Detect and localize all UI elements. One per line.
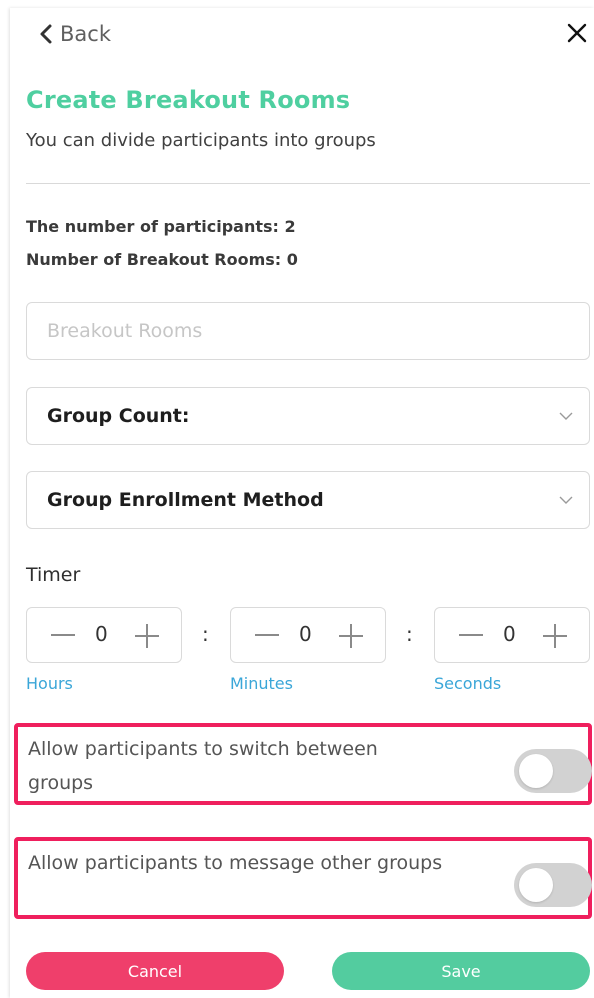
room-count: Number of Breakout Rooms: 0 xyxy=(26,250,298,269)
save-button[interactable]: Save xyxy=(332,952,590,990)
enrollment-method-label: Group Enrollment Method xyxy=(47,489,324,511)
hours-label: Hours xyxy=(26,674,73,693)
minutes-minus-button[interactable] xyxy=(255,634,279,636)
hours-value[interactable]: 0 xyxy=(95,622,108,646)
message-groups-label: Allow participants to message other grou… xyxy=(28,852,443,874)
close-icon[interactable] xyxy=(566,22,588,44)
group-count-select[interactable]: Group Count: xyxy=(26,387,590,445)
back-button[interactable]: Back xyxy=(38,22,111,46)
seconds-stepper: 0 xyxy=(434,607,590,663)
hours-stepper: 0 xyxy=(26,607,182,663)
hours-plus-button[interactable] xyxy=(135,624,159,648)
back-label: Back xyxy=(60,22,111,46)
message-groups-toggle[interactable] xyxy=(514,863,592,907)
participant-count: The number of participants: 2 xyxy=(26,217,296,236)
switch-groups-label: Allow participants to switch between gro… xyxy=(28,738,378,794)
minutes-value[interactable]: 0 xyxy=(299,622,312,646)
minutes-plus-button[interactable] xyxy=(339,624,363,648)
seconds-plus-button[interactable] xyxy=(543,624,567,648)
seconds-label: Seconds xyxy=(434,674,502,693)
room-name-input[interactable] xyxy=(27,303,589,359)
group-count-label: Group Count: xyxy=(47,405,190,427)
timer-label: Timer xyxy=(26,564,81,586)
chevron-down-icon xyxy=(559,496,573,504)
seconds-minus-button[interactable] xyxy=(459,634,483,636)
chevron-left-icon xyxy=(40,24,52,44)
chevron-down-icon xyxy=(559,412,573,420)
toggle-knob xyxy=(519,868,553,902)
time-separator: : xyxy=(202,622,209,646)
cancel-button[interactable]: Cancel xyxy=(26,952,284,990)
switch-groups-toggle[interactable] xyxy=(514,749,592,793)
minutes-label: Minutes xyxy=(230,674,293,693)
seconds-value[interactable]: 0 xyxy=(503,622,516,646)
message-groups-option: Allow participants to message other grou… xyxy=(14,837,592,919)
switch-groups-option: Allow participants to switch between gro… xyxy=(14,723,592,805)
enrollment-method-select[interactable]: Group Enrollment Method xyxy=(26,471,590,529)
time-separator: : xyxy=(406,622,413,646)
divider xyxy=(26,183,590,184)
page-title: Create Breakout Rooms xyxy=(26,86,351,114)
minutes-stepper: 0 xyxy=(230,607,386,663)
page-subtitle: You can divide participants into groups xyxy=(26,130,376,151)
hours-minus-button[interactable] xyxy=(51,634,75,636)
room-name-field[interactable] xyxy=(26,302,590,360)
toggle-knob xyxy=(519,754,553,788)
